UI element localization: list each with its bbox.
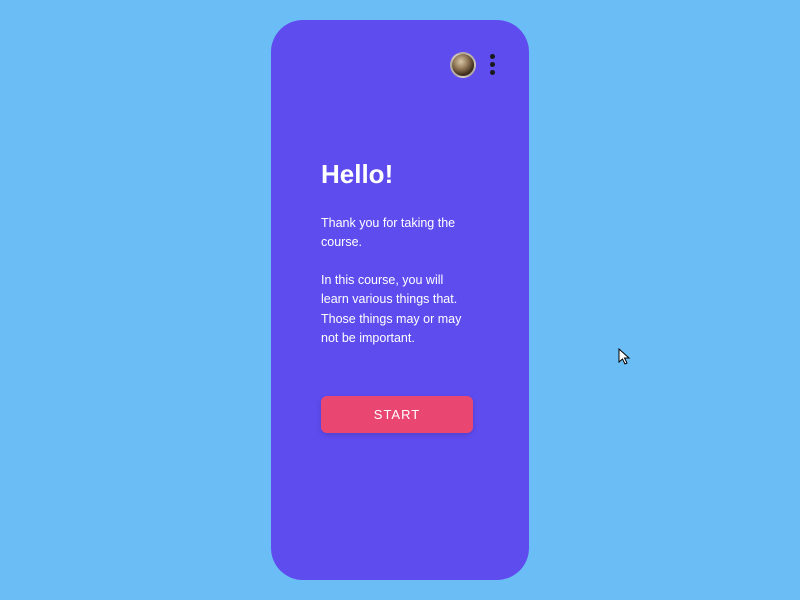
- more-vertical-icon[interactable]: [486, 50, 499, 79]
- intro-paragraph-2: In this course, you will learn various t…: [321, 271, 471, 349]
- page-title: Hello!: [321, 159, 499, 190]
- start-button[interactable]: START: [321, 396, 473, 433]
- phone-card: Hello! Thank you for taking the course. …: [271, 20, 529, 580]
- mouse-cursor-icon: [618, 348, 632, 371]
- avatar[interactable]: [450, 52, 476, 78]
- intro-paragraph-1: Thank you for taking the course.: [321, 214, 471, 253]
- top-bar: [321, 50, 499, 79]
